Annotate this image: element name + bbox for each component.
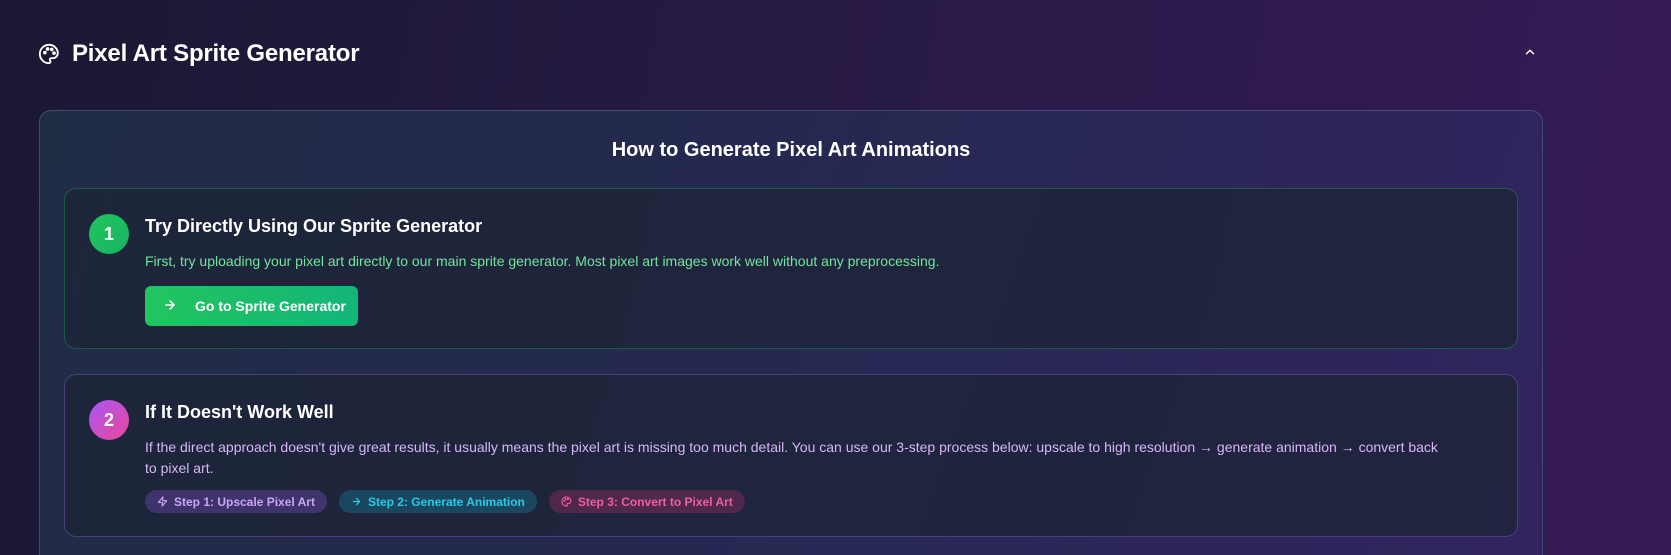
chip-generate-animation[interactable]: Step 2: Generate Animation — [338, 490, 537, 513]
step-card-2: 2 If It Doesn't Work Well If the direct … — [64, 374, 1518, 537]
panel-title: How to Generate Pixel Art Animations — [611, 139, 971, 161]
page-header: Pixel Art Sprite Generator — [38, 36, 1542, 72]
chip-label: Step 3: Convert to Pixel Art — [577, 494, 733, 509]
step-description: First, try uploading your pixel art dire… — [145, 253, 940, 269]
title-group: Pixel Art Sprite Generator — [38, 40, 360, 68]
palette-icon — [38, 43, 60, 65]
step-number-badge: 2 — [89, 400, 129, 440]
chip-convert-pixel-art[interactable]: Step 3: Convert to Pixel Art — [548, 490, 745, 513]
step-title: Try Directly Using Our Sprite Generator — [145, 216, 483, 236]
go-to-sprite-generator-button[interactable]: Go to Sprite Generator — [145, 286, 358, 326]
page-title: Pixel Art Sprite Generator — [72, 40, 360, 67]
collapse-button[interactable] — [1518, 42, 1542, 66]
button-label: Go to Sprite Generator — [195, 298, 346, 314]
step-description: If the direct approach doesn't give grea… — [145, 439, 1438, 476]
chip-label: Step 1: Upscale Pixel Art — [174, 494, 315, 509]
step-card-1: 1 Try Directly Using Our Sprite Generato… — [64, 188, 1518, 349]
instructions-panel: How to Generate Pixel Art Animations 1 T… — [39, 110, 1543, 555]
step-number-badge: 1 — [89, 214, 129, 254]
arrow-right-icon — [163, 298, 177, 315]
step-title: If It Doesn't Work Well — [145, 402, 334, 422]
arrow-right-icon — [351, 496, 362, 507]
palette-icon — [561, 496, 572, 507]
chevron-up-icon — [1523, 45, 1537, 64]
zap-icon — [157, 496, 168, 507]
chip-upscale[interactable]: Step 1: Upscale Pixel Art — [145, 490, 327, 513]
step-chips: Step 1: Upscale Pixel Art Step 2: Genera… — [145, 490, 745, 513]
chip-label: Step 2: Generate Animation — [367, 494, 525, 509]
